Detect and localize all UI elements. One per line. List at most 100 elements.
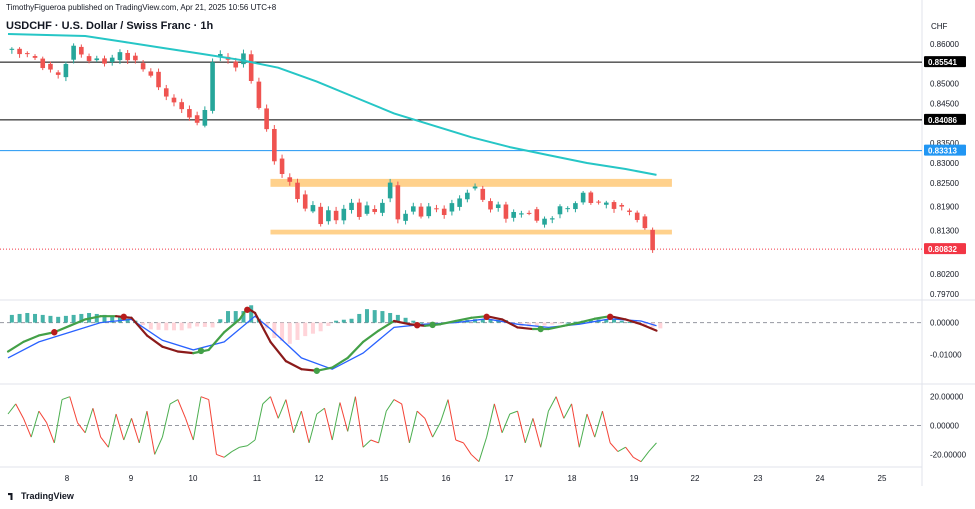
rsi-line-segment — [208, 399, 217, 455]
time-tick-label: 17 — [505, 474, 514, 483]
rsi-line-segment — [200, 396, 209, 401]
candle-body — [449, 203, 455, 212]
candle-body — [63, 63, 69, 78]
candle-body — [349, 202, 354, 210]
candle-body — [295, 182, 300, 200]
price-tick-label: 0.85000 — [930, 80, 959, 89]
histogram-bar — [334, 320, 339, 323]
histogram-bar — [187, 322, 192, 329]
candle-body — [588, 192, 594, 204]
macd-line-segment — [284, 360, 303, 371]
rsi-line-segment — [239, 445, 248, 448]
rsi-line-segment — [7, 403, 17, 415]
histogram-bar — [71, 314, 76, 323]
candle-body — [248, 54, 254, 81]
candle-body — [179, 102, 184, 110]
histogram-bar — [411, 320, 416, 323]
histogram-bar — [218, 319, 223, 323]
rsi-line-segment — [385, 399, 395, 412]
candle-body — [418, 206, 424, 217]
rsi-line-segment — [22, 418, 32, 438]
candle-body — [341, 208, 347, 221]
time-tick-label: 11 — [253, 474, 262, 483]
histogram-bar — [40, 314, 45, 323]
rsi-line-segment — [277, 399, 287, 419]
rsi-line-segment — [100, 436, 109, 448]
rsi-line-segment — [84, 408, 94, 433]
rsi-panel[interactable] — [0, 396, 922, 463]
candle-body — [148, 71, 154, 76]
rsi-line-segment — [524, 418, 534, 444]
time-tick-label: 25 — [878, 474, 887, 483]
cross-marker — [606, 313, 614, 321]
candle-body — [326, 210, 331, 222]
rsi-line-segment — [617, 446, 626, 452]
macd-line-segment — [269, 340, 288, 363]
histogram-bar — [364, 309, 369, 323]
rsi-line-segment — [131, 418, 140, 444]
axes: 0.860000.850000.845000.835000.830000.825… — [65, 40, 967, 483]
rsi-line-segment — [432, 422, 441, 438]
candle-body — [241, 53, 246, 65]
rsi-line-segment — [270, 396, 279, 419]
candle-body — [472, 186, 478, 189]
rsi-line-segment — [594, 410, 603, 438]
candle-body — [434, 208, 439, 210]
candle-body — [279, 158, 285, 175]
rsi-line-segment — [92, 408, 102, 438]
rsi-line-segment — [470, 454, 480, 463]
cross-marker — [244, 306, 251, 313]
cross-marker — [120, 313, 128, 321]
rsi-line-segment — [69, 396, 78, 423]
macd-line-segment — [161, 345, 179, 353]
histogram-bar — [171, 322, 176, 331]
candle-body — [55, 72, 61, 75]
candle-body — [264, 108, 269, 130]
ema-line — [7, 33, 657, 176]
candle-body — [187, 109, 192, 118]
rsi-line-segment — [347, 396, 356, 432]
histogram-bar — [141, 322, 146, 326]
time-tick-label: 12 — [315, 474, 324, 483]
histogram-bar — [349, 318, 354, 323]
histogram-bar — [542, 322, 547, 326]
rsi-line-segment — [362, 439, 372, 448]
time-tick-label: 15 — [380, 474, 389, 483]
time-tick-label: 24 — [816, 474, 825, 483]
rsi-line-segment — [38, 410, 48, 423]
rsi-line-segment — [378, 410, 387, 444]
candle-body — [511, 211, 516, 218]
price-tick-label: 0.83000 — [930, 159, 959, 168]
chart-canvas[interactable]: 0.860000.850000.845000.835000.830000.825… — [0, 0, 975, 509]
price-line-label: 0.80832 — [928, 245, 957, 254]
candle-body — [549, 218, 555, 220]
cross-marker — [313, 367, 320, 374]
histogram-bar — [33, 313, 38, 323]
candle-body — [109, 57, 115, 63]
price-tick-label: 0.80200 — [930, 270, 959, 279]
rsi-line-segment — [354, 396, 364, 448]
time-tick-label: 18 — [568, 474, 577, 483]
histogram-bar — [17, 313, 22, 323]
cross-marker — [51, 329, 58, 336]
tradingview-brand[interactable]: TradingView — [8, 491, 74, 501]
tradingview-logo-icon — [8, 493, 13, 500]
price-panel[interactable] — [0, 33, 922, 253]
rsi-line-segment — [308, 413, 318, 444]
histogram-bar — [56, 316, 61, 323]
brand-label: TradingView — [21, 491, 74, 501]
candle-body — [256, 81, 262, 108]
candle-body — [156, 71, 161, 88]
candle-body — [117, 52, 123, 61]
rsi-line-segment — [177, 399, 187, 419]
candle-body — [302, 194, 308, 209]
oscillator-panel[interactable] — [0, 305, 922, 374]
rsi-line-segment — [509, 410, 518, 415]
histogram-bar — [287, 322, 292, 344]
rsi-line-segment — [563, 403, 573, 419]
rsi-line-segment — [547, 396, 557, 412]
rsi-line-segment — [648, 442, 657, 452]
histogram-bar — [210, 322, 215, 328]
candle-body — [356, 202, 362, 217]
price-tick-label: 0.82500 — [930, 179, 959, 188]
